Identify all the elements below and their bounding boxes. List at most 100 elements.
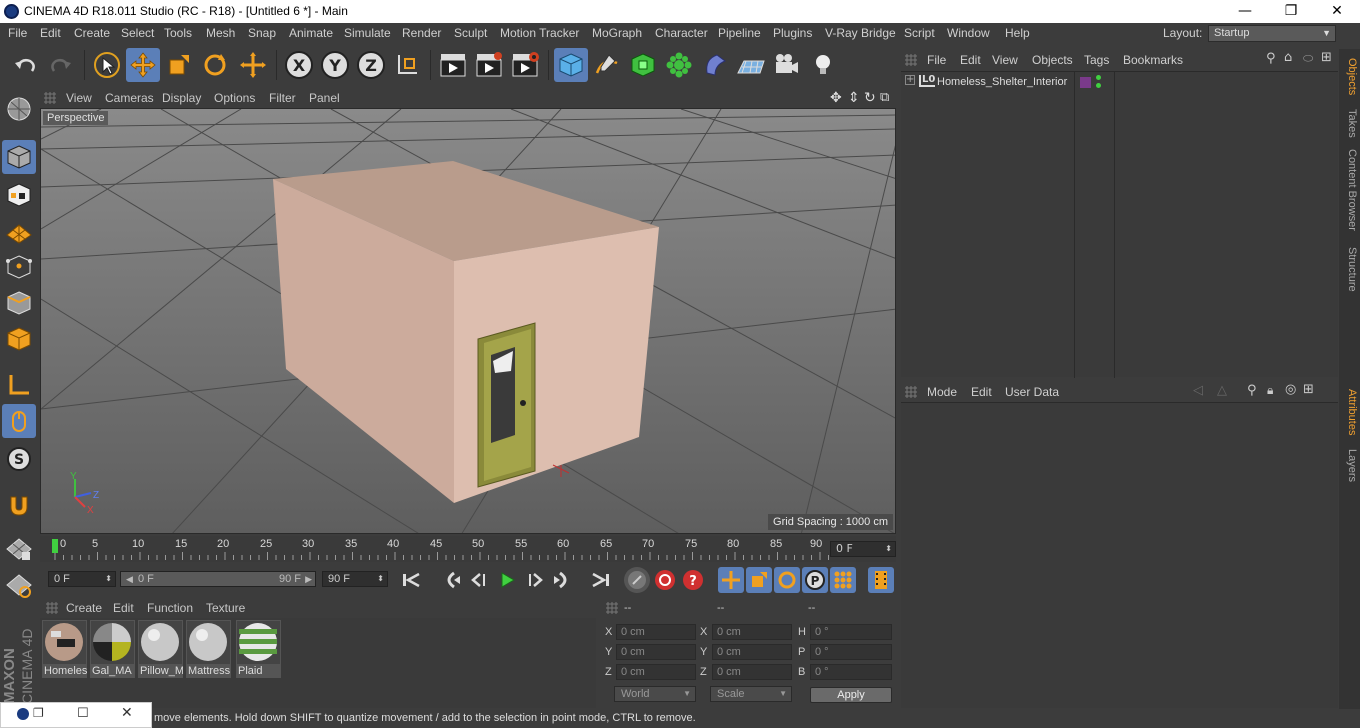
menu-window[interactable]: Window bbox=[947, 26, 990, 40]
viewport-menu-options[interactable]: Options bbox=[214, 91, 255, 105]
menu-snap[interactable]: Snap bbox=[248, 26, 276, 40]
tab-structure[interactable]: Structure bbox=[1341, 243, 1358, 295]
y-axis-lock-button[interactable]: Y bbox=[318, 48, 352, 82]
tab-attributes[interactable]: Attributes bbox=[1341, 385, 1358, 439]
menu-render[interactable]: Render bbox=[402, 26, 441, 40]
menu-select[interactable]: Select bbox=[121, 26, 154, 40]
add-subdivision-button[interactable] bbox=[626, 48, 660, 82]
play-button[interactable] bbox=[494, 567, 520, 593]
next-key-button[interactable] bbox=[550, 567, 576, 593]
model-mode-button[interactable] bbox=[2, 140, 36, 174]
material-menu-function[interactable]: Function bbox=[147, 601, 193, 615]
maximize-button[interactable]: ❐ bbox=[1268, 0, 1314, 23]
edges-mode-button[interactable] bbox=[2, 286, 36, 320]
axis-mode-button[interactable] bbox=[2, 368, 36, 402]
rotate-tool-button[interactable] bbox=[198, 48, 232, 82]
add-deformer-button[interactable] bbox=[698, 48, 732, 82]
menu-file[interactable]: File bbox=[8, 26, 27, 40]
attribute-menu-user-data[interactable]: User Data bbox=[1005, 385, 1059, 399]
menu-motion-tracker[interactable]: Motion Tracker bbox=[500, 26, 579, 40]
material-item[interactable]: Homeles bbox=[42, 620, 87, 678]
tab-layers[interactable]: Layers bbox=[1341, 447, 1358, 485]
transform-mode-dropdown[interactable]: Scale ▼ bbox=[710, 686, 792, 702]
menu-create[interactable]: Create bbox=[74, 26, 110, 40]
maximize-icon[interactable]: ☐ bbox=[77, 706, 89, 721]
record-rotation-button[interactable] bbox=[774, 567, 800, 593]
viewport-rotate-icon[interactable]: ↻ bbox=[864, 90, 876, 106]
start-frame-field[interactable]: 0 F ⬍ bbox=[48, 571, 116, 587]
up-arrow-icon[interactable]: △ bbox=[1217, 383, 1227, 398]
rotation-p-field[interactable]: 0 ° bbox=[810, 644, 892, 660]
viewport-menu-view[interactable]: View bbox=[66, 91, 92, 105]
menu-edit[interactable]: Edit bbox=[40, 26, 61, 40]
add-camera-button[interactable] bbox=[770, 48, 804, 82]
object-menu-bookmarks[interactable]: Bookmarks bbox=[1123, 53, 1183, 67]
apply-button[interactable]: Apply bbox=[810, 687, 892, 703]
add-cube-button[interactable] bbox=[554, 48, 588, 82]
redo-button[interactable] bbox=[44, 48, 78, 82]
snap-button[interactable] bbox=[2, 488, 36, 522]
texture-mode-button[interactable] bbox=[2, 178, 36, 212]
menu-pipeline[interactable]: Pipeline bbox=[718, 26, 761, 40]
record-point-level-button[interactable] bbox=[830, 567, 856, 593]
up-arrow-icon[interactable]: ⬭ bbox=[1303, 51, 1313, 66]
render-picture-viewer-button[interactable] bbox=[472, 48, 506, 82]
size-x-field[interactable]: 0 cm bbox=[712, 624, 792, 640]
polygons-mode-button[interactable] bbox=[2, 322, 36, 356]
back-arrow-icon[interactable]: ◁ bbox=[1193, 383, 1203, 398]
record-scale-button[interactable] bbox=[746, 567, 772, 593]
position-z-field[interactable]: 0 cm bbox=[616, 664, 696, 680]
menu-tools[interactable]: Tools bbox=[164, 26, 192, 40]
menu-animate[interactable]: Animate bbox=[289, 26, 333, 40]
timeline-window-button[interactable] bbox=[868, 567, 894, 593]
viewport-menu-filter[interactable]: Filter bbox=[269, 91, 296, 105]
viewport-menu-cameras[interactable]: Cameras bbox=[105, 91, 154, 105]
menu-help[interactable]: Help bbox=[1005, 26, 1030, 40]
menu-script[interactable]: Script bbox=[904, 26, 935, 40]
menu-character[interactable]: Character bbox=[655, 26, 708, 40]
close-button[interactable]: ✕ bbox=[1314, 0, 1360, 23]
coordinate-space-dropdown[interactable]: World ▼ bbox=[614, 686, 696, 702]
record-parameter-button[interactable]: P bbox=[802, 567, 828, 593]
editor-visibility-dot[interactable] bbox=[1096, 75, 1101, 80]
attribute-menu-mode[interactable]: Mode bbox=[927, 385, 957, 399]
move-tool-button[interactable] bbox=[126, 48, 160, 82]
object-menu-file[interactable]: File bbox=[927, 53, 946, 67]
menu-vray-bridge[interactable]: V-Ray Bridge bbox=[825, 26, 896, 40]
add-pen-spline-button[interactable] bbox=[590, 48, 624, 82]
menu-mograph[interactable]: MoGraph bbox=[592, 26, 642, 40]
lock-icon[interactable]: 🔒︎ bbox=[1267, 383, 1273, 398]
viewport-maximize-icon[interactable]: ⧉ bbox=[880, 90, 889, 105]
record-position-button[interactable] bbox=[718, 567, 744, 593]
viewport-menu-panel[interactable]: Panel bbox=[309, 91, 340, 105]
timeline-ruler[interactable]: 0 5 10 15 20 25 30 35 40 45 50 55 60 65 … bbox=[40, 536, 896, 562]
search-icon[interactable]: ⚲ bbox=[1247, 383, 1257, 398]
live-selection-button[interactable] bbox=[90, 48, 124, 82]
close-icon[interactable]: ✕ bbox=[121, 705, 133, 721]
menu-mesh[interactable]: Mesh bbox=[206, 26, 235, 40]
search-icon[interactable]: ⚲ bbox=[1266, 51, 1276, 66]
menu-plugins[interactable]: Plugins bbox=[773, 26, 812, 40]
tab-objects[interactable]: Objects bbox=[1341, 53, 1358, 101]
add-floor-button[interactable] bbox=[734, 48, 768, 82]
object-menu-tags[interactable]: Tags bbox=[1084, 53, 1109, 67]
scale-tool-button[interactable] bbox=[162, 48, 196, 82]
object-name[interactable]: Homeless_Shelter_Interior bbox=[937, 76, 1067, 88]
viewport-menu-display[interactable]: Display bbox=[162, 91, 201, 105]
locked-workplane-button[interactable] bbox=[2, 568, 36, 602]
render-visibility-dot[interactable] bbox=[1096, 83, 1101, 88]
material-menu-create[interactable]: Create bbox=[66, 601, 102, 615]
size-z-field[interactable]: 0 cm bbox=[712, 664, 792, 680]
tab-content-browser[interactable]: Content Browser bbox=[1341, 145, 1358, 235]
minimize-button[interactable]: — bbox=[1222, 0, 1268, 23]
preview-range-slider[interactable]: ◀ 0 F 90 F ▶ bbox=[120, 571, 316, 587]
layer-color-swatch[interactable] bbox=[1080, 77, 1091, 88]
material-item[interactable]: Plaid bbox=[236, 620, 281, 678]
material-item[interactable]: Pillow_M bbox=[138, 620, 183, 678]
viewport-move-icon[interactable]: ✥ bbox=[830, 90, 842, 106]
material-item[interactable]: Gal_MA bbox=[90, 620, 135, 678]
target-icon[interactable]: ◎ bbox=[1285, 382, 1296, 397]
record-active-objects-button[interactable] bbox=[624, 567, 650, 593]
add-light-button[interactable] bbox=[806, 48, 840, 82]
menu-sculpt[interactable]: Sculpt bbox=[454, 26, 487, 40]
